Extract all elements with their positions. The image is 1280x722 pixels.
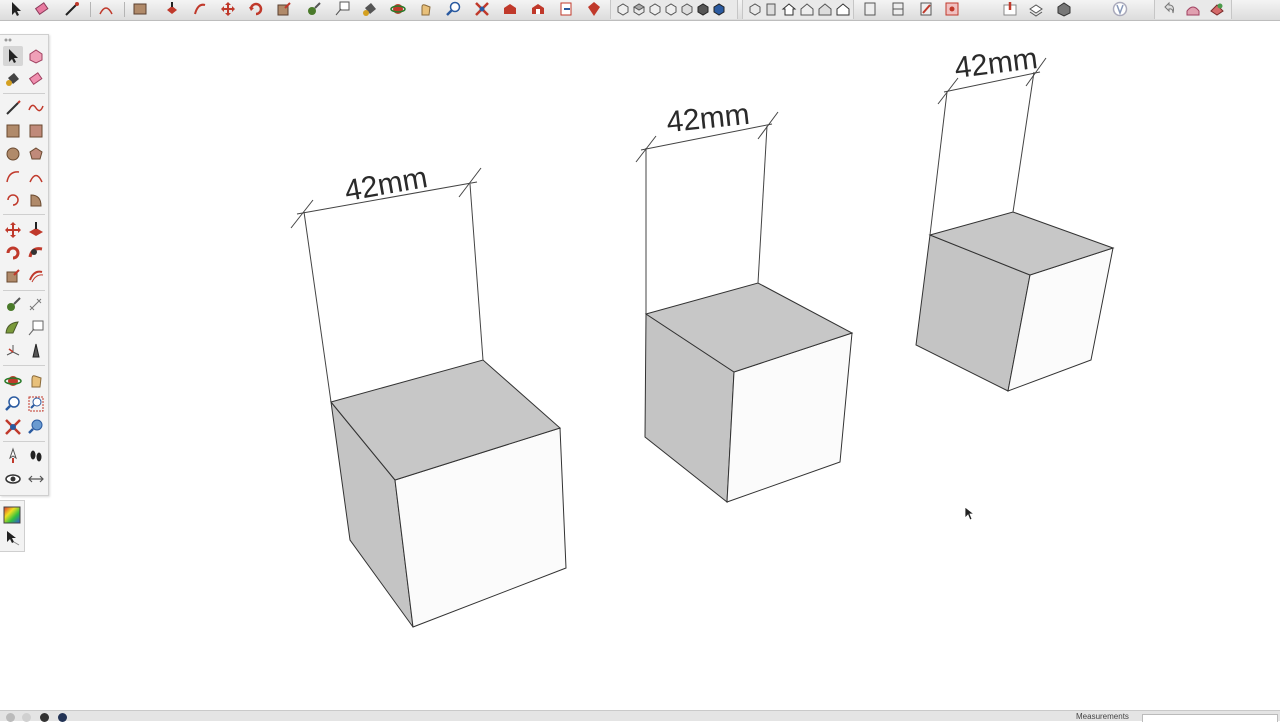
section-plane-icon[interactable]: [862, 1, 878, 17]
warehouse-icon[interactable]: [502, 1, 518, 17]
hidden-line-style-icon[interactable]: [817, 1, 833, 17]
dimension-tick-1b: [458, 167, 482, 198]
wireframe-style-icon[interactable]: [799, 1, 815, 17]
chair-1-back-right-edge: [469, 183, 484, 361]
pencil-line-icon[interactable]: [64, 1, 80, 17]
add-location-icon[interactable]: [944, 1, 960, 17]
text-icon[interactable]: [334, 1, 350, 17]
views-toolbar: [610, 0, 738, 19]
zoom-icon[interactable]: [446, 1, 462, 17]
undo-icon[interactable]: [1161, 1, 1177, 17]
left-view-icon[interactable]: [695, 1, 711, 17]
push-pull-icon[interactable]: [164, 1, 180, 17]
chair-3-back-right-edge: [1012, 71, 1035, 213]
extension-warehouse-icon[interactable]: [530, 1, 546, 17]
section-view-icon[interactable]: [711, 1, 727, 17]
credits-status-icon[interactable]: [22, 713, 31, 722]
chair-1-back-left-edge: [303, 211, 332, 403]
arc-icon[interactable]: [98, 1, 114, 17]
drape-icon[interactable]: [1209, 1, 1225, 17]
user-status-icon[interactable]: [40, 713, 49, 722]
select-icon[interactable]: [8, 1, 24, 17]
model-viewport[interactable]: 42mm 42mm 42mm: [0, 21, 1280, 710]
status-bar: Measurements: [0, 710, 1280, 722]
sandbox-toolbar: [1154, 0, 1232, 19]
move-icon[interactable]: [220, 1, 236, 17]
layers-icon[interactable]: [1028, 1, 1044, 17]
from-contours-icon[interactable]: [1185, 1, 1201, 17]
geo-location-status-icon[interactable]: [6, 713, 15, 722]
pan-icon[interactable]: [418, 1, 434, 17]
chair-3-back-left-edge: [929, 91, 948, 236]
top-toolbar: [0, 0, 1280, 21]
back-edges-style-icon[interactable]: [763, 1, 779, 17]
send-to-layout-icon[interactable]: [558, 1, 574, 17]
mouse-cursor-icon: [964, 506, 976, 521]
section-cut-icon[interactable]: [890, 1, 906, 17]
follow-me-icon[interactable]: [192, 1, 208, 17]
shaded-style-icon[interactable]: [835, 1, 851, 17]
paint-bucket-icon[interactable]: [362, 1, 378, 17]
section-fill-icon[interactable]: [918, 1, 934, 17]
front-view-icon[interactable]: [647, 1, 663, 17]
rectangle-icon[interactable]: [132, 1, 148, 17]
right-view-icon[interactable]: [663, 1, 679, 17]
vray-icon[interactable]: [1112, 1, 1128, 17]
geo-location-icon[interactable]: [1002, 1, 1018, 17]
chair-model-2[interactable]: 42mm: [635, 98, 854, 503]
dimension-label-3[interactable]: 42mm: [953, 42, 1040, 85]
orbit-icon[interactable]: [390, 1, 406, 17]
chair-model-1[interactable]: 42mm: [290, 161, 567, 628]
extension-manager-icon[interactable]: [586, 1, 602, 17]
rotate-icon[interactable]: [248, 1, 264, 17]
chair-model-3[interactable]: 42mm: [915, 42, 1115, 392]
xray-style-icon[interactable]: [747, 1, 763, 17]
dimension-tick-2b: [757, 111, 779, 140]
styles-toolbar: [742, 0, 854, 19]
dimension-tick-1a: [290, 199, 314, 229]
measurements-input[interactable]: [1142, 714, 1278, 722]
zoom-extents-icon[interactable]: [474, 1, 490, 17]
chair-2-back-right-edge: [757, 125, 768, 284]
dimension-label-1[interactable]: 42mm: [342, 161, 430, 208]
scale-icon[interactable]: [276, 1, 292, 17]
dimension-label-2[interactable]: 42mm: [665, 98, 751, 140]
top-view-icon[interactable]: [631, 1, 647, 17]
back-view-icon[interactable]: [679, 1, 695, 17]
help-status-icon[interactable]: [58, 713, 67, 722]
tape-measure-icon[interactable]: [306, 1, 322, 17]
home-icon[interactable]: [781, 1, 797, 17]
iso-view-icon[interactable]: [615, 1, 631, 17]
eraser-icon[interactable]: [34, 1, 50, 17]
components-icon[interactable]: [1056, 1, 1072, 17]
dimension-tick-3a: [937, 77, 959, 105]
